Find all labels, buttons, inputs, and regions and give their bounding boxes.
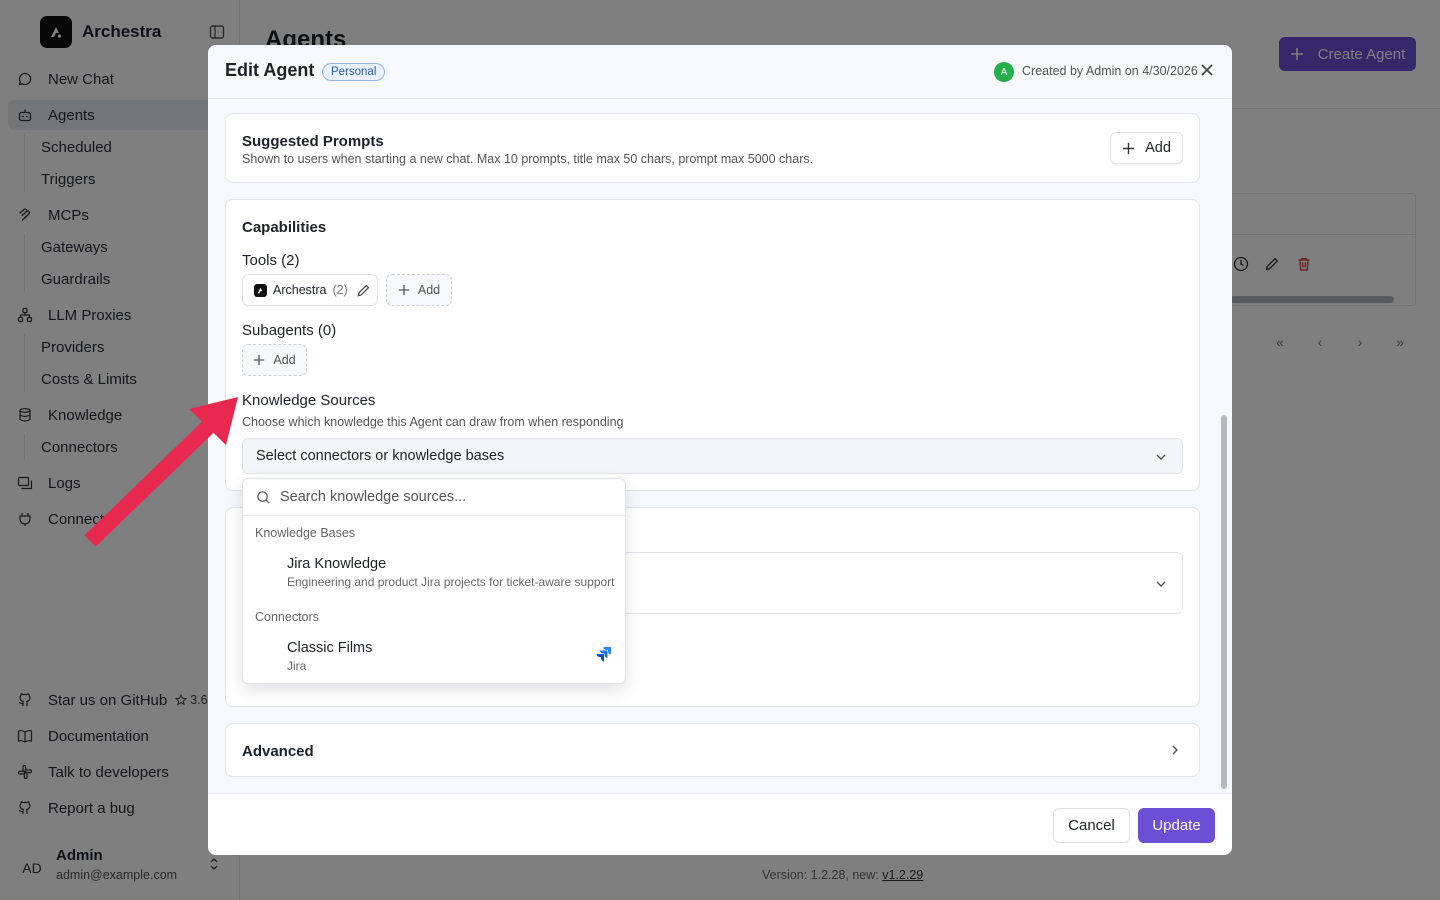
add-prompt-button[interactable]: Add [1110,132,1183,164]
dropdown-option-jira-knowledge[interactable]: Jira Knowledge Engineering and product J… [243,556,625,596]
archestra-logo-icon [254,283,267,297]
option-desc: Jira [287,659,307,673]
chevron-down-icon [1156,454,1166,460]
tool-chip-name: Archestra [273,283,327,297]
option-desc: Engineering and product Jira projects fo… [287,575,615,589]
knowledge-sources-dropdown: Knowledge Bases Jira Knowledge Engineeri… [242,478,626,684]
plus-icon [254,354,265,366]
advanced-section[interactable]: Advanced [225,723,1200,777]
scrollbar-thumb[interactable] [1221,415,1227,789]
knowledge-sources-label: Knowledge Sources [242,392,376,409]
select-placeholder: Select connectors or knowledge bases [256,448,505,464]
chevron-down-icon [1156,581,1166,587]
dialog-scrollbar[interactable] [1218,99,1232,793]
advanced-title: Advanced [242,743,314,760]
add-subagent-button[interactable]: Add [242,344,307,376]
suggested-prompts-title: Suggested Prompts [242,133,384,150]
personal-badge: Personal [322,63,386,81]
tool-chip-count: (2) [332,283,348,297]
dialog-title: Edit Agent [225,60,315,80]
update-button[interactable]: Update [1138,808,1215,843]
subagents-label: Subagents (0) [242,322,337,339]
add-tool-button[interactable]: Add [386,274,452,306]
tool-chip-archestra[interactable]: Archestra (2) [242,274,378,306]
created-by-text: Created by Admin on 4/30/2026 [1022,64,1198,78]
capabilities-title: Capabilities [242,219,327,236]
knowledge-sources-desc: Choose which knowledge this Agent can dr… [242,415,624,429]
plus-icon [398,284,410,296]
dropdown-search [243,479,625,516]
chevron-right-icon [1172,745,1178,755]
option-title: Classic Films [287,640,373,656]
jira-icon [596,647,611,662]
close-icon[interactable] [1199,62,1215,78]
suggested-prompts-desc: Shown to users when starting a new chat.… [242,152,814,166]
edit-agent-dialog: Edit Agent Personal A Created by Admin o… [208,45,1232,855]
search-icon [257,490,270,504]
dropdown-option-classic-films[interactable]: Classic Films Jira [243,640,625,680]
dialog-body: Suggested Prompts Shown to users when st… [208,99,1232,793]
add-label: Add [1145,140,1171,156]
dialog-footer: Cancel Update [208,793,1232,855]
add-label: Add [417,283,441,297]
plus-icon [1123,142,1135,154]
cancel-button[interactable]: Cancel [1053,808,1130,843]
tools-label: Tools (2) [242,252,300,269]
suggested-prompts-card: Suggested Prompts Shown to users when st… [225,113,1200,183]
group-label-knowledge-bases: Knowledge Bases [255,526,356,540]
dialog-header: Edit Agent Personal A Created by Admin o… [208,45,1232,99]
add-label: Add [273,353,296,367]
capabilities-card: Capabilities Tools (2) Archestra (2) Add… [225,199,1200,491]
group-label-connectors: Connectors [255,610,319,624]
creator-avatar: A [994,62,1014,82]
search-knowledge-input[interactable] [280,489,600,505]
pencil-icon [357,284,370,296]
option-title: Jira Knowledge [287,556,387,572]
knowledge-sources-select[interactable]: Select connectors or knowledge bases [242,438,1183,474]
